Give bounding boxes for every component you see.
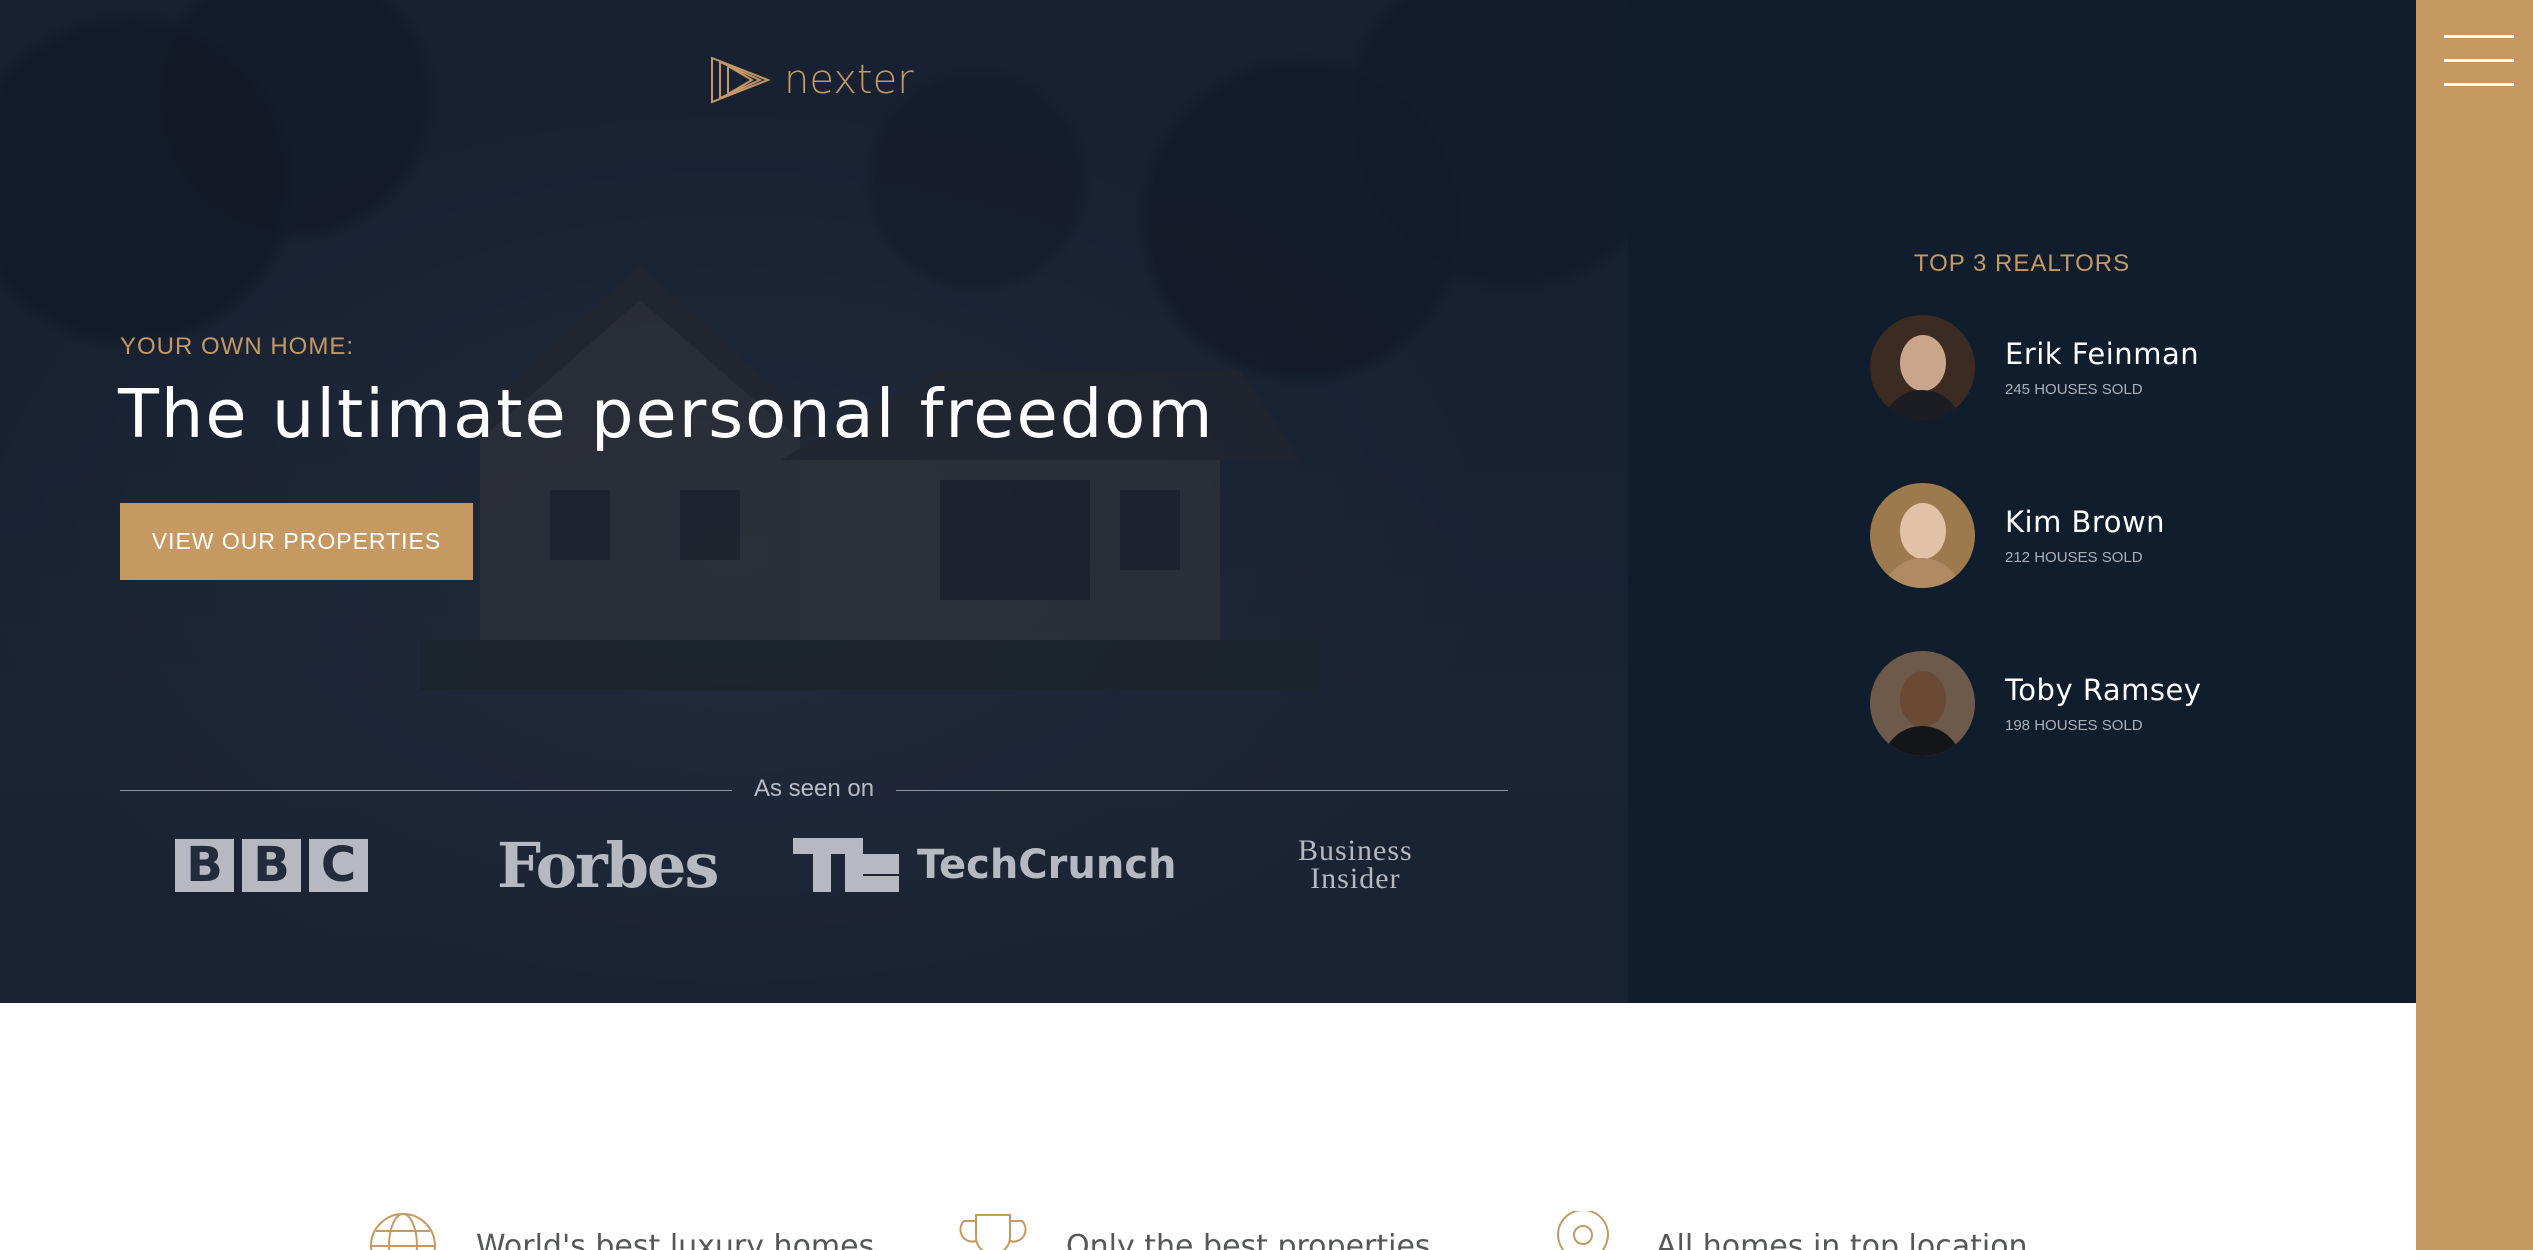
techcrunch-wordmark: TechCrunch <box>917 842 1177 888</box>
techcrunch-mark-icon <box>793 838 899 892</box>
bbc-logo: B B C <box>175 820 368 910</box>
view-properties-button[interactable]: VIEW OUR PROPERTIES <box>120 503 473 580</box>
feature-item: World's best luxury homes <box>368 1211 874 1250</box>
hero-section: nexter YOUR OWN HOME: The ultimate perso… <box>0 0 1628 1003</box>
brand-logo[interactable]: nexter <box>710 56 914 104</box>
forbes-logo: Forbes <box>497 828 719 902</box>
realtor-name: Erik Feinman <box>2005 337 2200 371</box>
techcrunch-logo: TechCrunch <box>793 820 1177 910</box>
feature-item: Only the best properties <box>958 1211 1431 1250</box>
realtor-avatar <box>1870 315 1975 420</box>
feature-label: Only the best properties <box>1066 1228 1431 1250</box>
feature-item: All homes in top location <box>1548 1211 2028 1250</box>
realtor-card[interactable]: Kim Brown 212 HOUSES SOLD <box>1870 483 2165 588</box>
business-insider-line1: Business <box>1298 834 1413 867</box>
realtor-houses-sold: 198 HOUSES SOLD <box>2005 717 2143 734</box>
realtor-name: Kim Brown <box>2005 505 2166 539</box>
trophy-icon <box>959 1214 1027 1250</box>
realtor-houses-sold: 212 HOUSES SOLD <box>2005 549 2143 566</box>
sidebar <box>2416 0 2533 1250</box>
divider-line-right <box>896 790 1508 791</box>
realtor-avatar <box>1870 651 1975 756</box>
globe-icon <box>370 1213 436 1250</box>
hero-headline: The ultimate personal freedom <box>118 375 1215 453</box>
divider-line-left <box>120 790 732 791</box>
feature-label: All homes in top location <box>1656 1228 2028 1250</box>
hamburger-menu-icon[interactable] <box>2444 35 2514 90</box>
realtor-name: Toby Ramsey <box>2005 673 2202 707</box>
top-realtors-panel: TOP 3 REALTORS Erik Feinman 245 HOUSES S… <box>1628 0 2416 1003</box>
play-logo-icon <box>711 56 771 104</box>
brand-name: nexter <box>784 57 914 103</box>
business-insider-logo: Business Insider <box>1298 820 1413 910</box>
realtor-card[interactable]: Toby Ramsey 198 HOUSES SOLD <box>1870 651 2201 756</box>
realtor-avatar <box>1870 483 1975 588</box>
realtors-title: TOP 3 REALTORS <box>1913 250 2131 277</box>
bbc-letter: B <box>175 837 234 893</box>
seen-on-label: As seen on <box>753 775 875 802</box>
map-pin-icon <box>1556 1211 1610 1250</box>
realtor-card[interactable]: Erik Feinman 245 HOUSES SOLD <box>1870 315 2199 420</box>
realtor-houses-sold: 245 HOUSES SOLD <box>2005 381 2143 398</box>
bbc-letter: C <box>309 837 368 893</box>
feature-label: World's best luxury homes <box>476 1228 875 1250</box>
seen-on-divider: As seen on <box>120 775 1508 805</box>
business-insider-line2: Insider <box>1310 862 1401 895</box>
features-section: World's best luxury homes Only the best … <box>0 1003 2416 1250</box>
hero-kicker: YOUR OWN HOME: <box>120 333 354 360</box>
bbc-letter: B <box>242 837 301 893</box>
